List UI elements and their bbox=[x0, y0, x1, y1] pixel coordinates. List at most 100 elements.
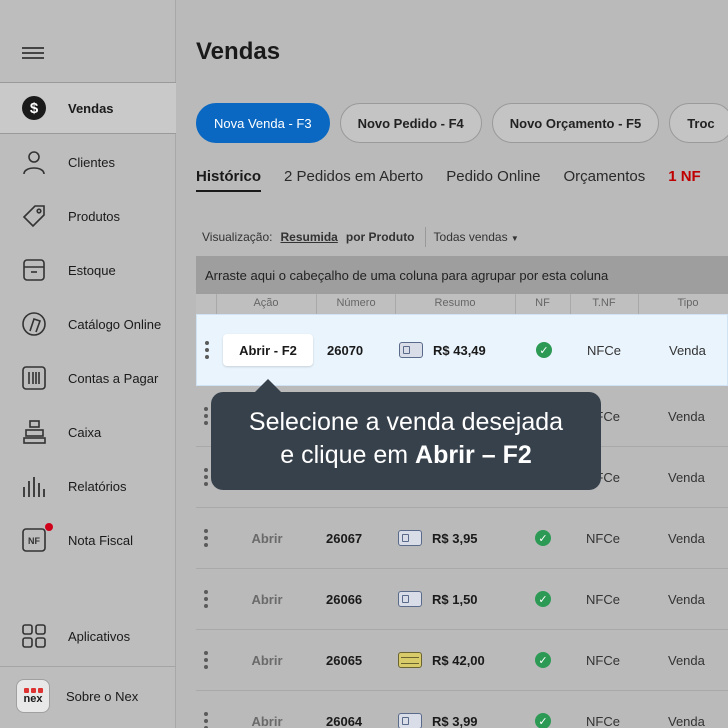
sidebar-item-nota-fiscal[interactable]: NF Nota Fiscal bbox=[0, 514, 176, 566]
sidebar-item-relatorios[interactable]: Relatórios bbox=[0, 460, 176, 512]
sale-number: 26064 bbox=[326, 713, 363, 728]
catalog-icon bbox=[20, 310, 48, 338]
col-header-numero[interactable]: Número bbox=[316, 297, 396, 309]
tab-pedido-online[interactable]: Pedido Online bbox=[446, 168, 540, 192]
sidebar-item-clientes[interactable]: Clientes bbox=[0, 136, 176, 188]
sidebar-item-label: Relatórios bbox=[68, 478, 127, 494]
check-icon: ✓ bbox=[535, 530, 551, 546]
tab-nf[interactable]: 1 NF bbox=[668, 168, 701, 192]
sale-value: R$ 3,99 bbox=[432, 713, 478, 728]
nova-venda-button[interactable]: Nova Venda - F3 bbox=[196, 103, 330, 143]
check-icon: ✓ bbox=[535, 713, 551, 728]
col-header-tnf[interactable]: T.NF bbox=[570, 297, 638, 309]
tab-historico[interactable]: Histórico bbox=[196, 168, 262, 192]
bar-chart-icon bbox=[20, 472, 48, 500]
tab-orcamentos[interactable]: Orçamentos bbox=[564, 168, 646, 192]
sidebar-item-aplicativos[interactable]: Aplicativos bbox=[0, 610, 176, 662]
tooltip-shortcut: Abrir – F2 bbox=[415, 441, 532, 469]
sidebar-item-catalogo[interactable]: Catálogo Online bbox=[0, 298, 176, 350]
sale-type: Venda bbox=[668, 713, 705, 728]
notification-dot bbox=[45, 523, 53, 531]
abrir-f2-button[interactable]: Abrir - F2 bbox=[223, 334, 313, 366]
nf-status: ✓ bbox=[534, 315, 554, 385]
tab-bar: Histórico 2 Pedidos em Aberto Pedido Onl… bbox=[196, 168, 724, 192]
sale-value: R$ 3,95 bbox=[432, 530, 478, 546]
card-payment-icon bbox=[398, 713, 422, 728]
caret-down-icon: ▼ bbox=[510, 234, 519, 243]
sale-number: 26067 bbox=[326, 530, 363, 546]
table-row[interactable]: Abrir 26064 R$ 3,99 ✓ NFCe Venda bbox=[196, 691, 728, 728]
sidebar-item-vendas[interactable]: $ Vendas bbox=[0, 82, 176, 134]
nf-icon: NF bbox=[20, 526, 48, 554]
col-header-tipo[interactable]: Tipo bbox=[638, 297, 728, 309]
view-por-produto-option[interactable]: por Produto bbox=[346, 230, 415, 244]
tooltip-line-2: e clique em Abrir – F2 bbox=[280, 441, 532, 469]
col-header-acao[interactable]: Ação bbox=[216, 297, 316, 309]
abrir-button[interactable]: Abrir bbox=[222, 508, 312, 568]
table-row[interactable]: Abrir 26065 R$ 42,00 ✓ NFCe Venda bbox=[196, 630, 728, 691]
sale-number: 26066 bbox=[326, 591, 363, 607]
hamburger-menu-icon[interactable] bbox=[22, 44, 44, 62]
payment-type bbox=[398, 508, 422, 568]
table-row[interactable]: Abrir 26066 R$ 1,50 ✓ NFCe Venda bbox=[196, 569, 728, 630]
sidebar-item-estoque[interactable]: Estoque bbox=[0, 244, 176, 296]
row-menu-icon[interactable] bbox=[203, 315, 211, 385]
sale-value: R$ 1,50 bbox=[432, 591, 478, 607]
sidebar-item-contas-pagar[interactable]: Contas a Pagar bbox=[0, 352, 176, 404]
table-row[interactable]: Abrir 26067 R$ 3,95 ✓ NFCe Venda bbox=[196, 508, 728, 569]
row-menu-icon[interactable] bbox=[202, 691, 210, 728]
row-menu-icon[interactable] bbox=[202, 447, 210, 507]
barcode-icon bbox=[20, 364, 48, 392]
sale-number: 26070 bbox=[327, 342, 364, 358]
abrir-button[interactable]: Abrir bbox=[222, 691, 312, 728]
sales-filter-dropdown[interactable]: Todas vendas ▼ bbox=[434, 230, 519, 244]
sidebar-item-label: Contas a Pagar bbox=[68, 370, 159, 386]
sidebar-item-sobre[interactable]: nex Sobre o Nex bbox=[0, 670, 176, 722]
check-icon: ✓ bbox=[536, 342, 552, 358]
nf-status: ✓ bbox=[533, 508, 553, 568]
col-header-nf[interactable]: NF bbox=[515, 297, 570, 309]
novo-orcamento-button[interactable]: Novo Orçamento - F5 bbox=[491, 103, 660, 143]
nf-type: NFCe bbox=[586, 591, 620, 607]
tag-icon bbox=[20, 202, 48, 230]
nf-status: ✓ bbox=[533, 630, 553, 690]
abrir-button[interactable]: Abrir bbox=[222, 569, 312, 629]
group-by-drop-area[interactable]: Arraste aqui o cabeçalho de uma coluna p… bbox=[196, 256, 728, 294]
cash-payment-icon bbox=[398, 652, 422, 668]
view-divider bbox=[424, 227, 426, 247]
row-menu-icon[interactable] bbox=[202, 630, 210, 690]
cash-register-icon bbox=[20, 418, 48, 446]
sale-value: R$ 42,00 bbox=[432, 652, 485, 668]
sale-type: Venda bbox=[668, 408, 705, 424]
tab-pedidos-aberto[interactable]: 2 Pedidos em Aberto bbox=[284, 168, 423, 192]
view-resumida-option[interactable]: Resumida bbox=[281, 230, 338, 244]
view-selector: Visualização: Resumida por Produto Todas… bbox=[202, 227, 519, 247]
novo-pedido-button[interactable]: Novo Pedido - F4 bbox=[339, 103, 482, 143]
table-row[interactable]: Abrir - F2 26070 R$ 43,49 ✓ NFCe Venda bbox=[196, 314, 728, 386]
sale-number: 26065 bbox=[326, 652, 363, 668]
row-menu-icon[interactable] bbox=[202, 569, 210, 629]
row-menu-icon[interactable] bbox=[202, 386, 210, 446]
sidebar-item-label: Caixa bbox=[68, 424, 102, 440]
sale-type: Venda bbox=[668, 530, 705, 546]
card-payment-icon bbox=[398, 591, 422, 607]
payment-type bbox=[398, 691, 422, 728]
sidebar-item-label: Catálogo Online bbox=[68, 316, 162, 332]
nf-type: NFCe bbox=[586, 713, 620, 728]
abrir-button[interactable]: Abrir bbox=[222, 630, 312, 690]
sidebar-item-label: Vendas bbox=[68, 100, 114, 116]
sale-type: Venda bbox=[669, 342, 706, 358]
person-icon bbox=[20, 148, 48, 176]
col-header-resumo[interactable]: Resumo bbox=[395, 297, 515, 309]
sidebar-item-caixa[interactable]: Caixa bbox=[0, 406, 176, 458]
nf-type: NFCe bbox=[587, 342, 621, 358]
sidebar-item-label: Sobre o Nex bbox=[66, 688, 139, 704]
troca-button[interactable]: Troc bbox=[669, 103, 728, 143]
sidebar: $ Vendas Clientes Produtos Estoque Catál… bbox=[0, 0, 176, 728]
check-icon: ✓ bbox=[535, 652, 551, 668]
grid-header: Ação Número Resumo NF T.NF Tipo bbox=[196, 294, 728, 314]
sidebar-item-produtos[interactable]: Produtos bbox=[0, 190, 176, 242]
box-icon bbox=[20, 256, 48, 284]
row-menu-icon[interactable] bbox=[202, 508, 210, 568]
tooltip-line-1: Selecione a venda desejada bbox=[248, 408, 564, 436]
